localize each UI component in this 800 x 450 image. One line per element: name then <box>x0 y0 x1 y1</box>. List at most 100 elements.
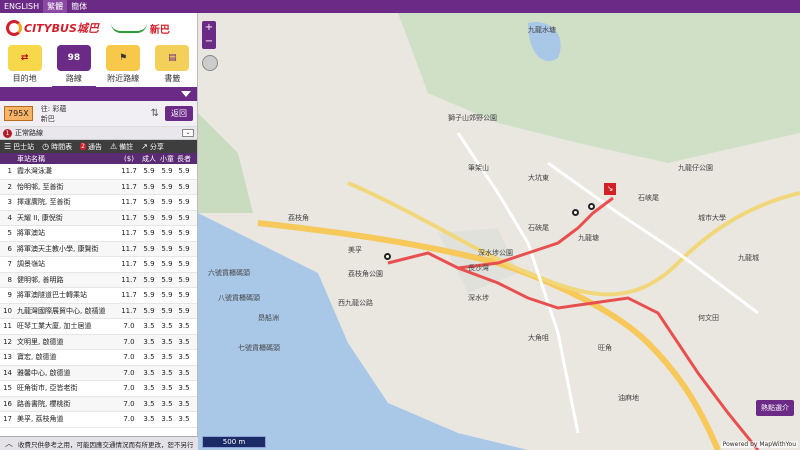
route-panel: CITYBUS城巴 新巴 ⇄ 目的地 98 路線 ⚑ 附近路線 ▤ 書籤 795… <box>0 13 198 450</box>
fare-senior: 3.5 <box>178 415 190 424</box>
table-row[interactable]: 11 旺琴工業大廈, 加士居道 7.0 3.5 3.5 3.5 <box>0 319 197 335</box>
fare-senior: 5.9 <box>178 244 190 253</box>
stop-name: 霞水灣泳灘 <box>17 167 52 176</box>
route-toolbar: ☰ 巴士站 ◷ 時間表 2 通告 ⚠ 備註 ↗ 分享 <box>0 140 197 153</box>
zoom-out-button[interactable]: − <box>202 35 216 49</box>
table-row[interactable]: 17 美孚, 荔枝角道 7.0 3.5 3.5 3.5 <box>0 412 197 428</box>
nwfb-swoosh-icon <box>110 23 147 33</box>
map-place-label: 九龍塘 <box>578 234 599 242</box>
fare-senior: 3.5 <box>178 337 190 346</box>
back-button[interactable]: 返回 <box>165 106 193 121</box>
nwfb-logo[interactable]: 新巴 <box>110 21 170 36</box>
fare-adult: 3.5 <box>143 368 155 377</box>
direction-select[interactable]: 1 正常路線 ⌄ <box>0 127 197 140</box>
route-number: 795X <box>4 106 33 121</box>
stop-name: 健明邨, 善明路 <box>17 275 64 284</box>
chevron-down-icon: ⌄ <box>182 129 194 137</box>
table-row[interactable]: 5 將軍澳站 11.7 5.9 5.9 5.9 <box>0 226 197 242</box>
table-row[interactable]: 2 怡明邨, 至善街 11.7 5.9 5.9 5.9 <box>0 179 197 195</box>
table-row[interactable]: 8 健明邨, 善明路 11.7 5.9 5.9 5.9 <box>0 272 197 288</box>
map-view[interactable]: + − ↘ 九龍水塘 美孚 荔枝角公園 長沙灣 深水埗 旺角 九龍塘 大角咀 獅… <box>198 13 800 450</box>
fare-adult: 5.9 <box>143 260 155 269</box>
route-stop-marker[interactable] <box>588 203 595 210</box>
fare-adult: 5.9 <box>143 213 155 222</box>
lang-simplified[interactable]: 簡体 <box>67 0 91 13</box>
fare-adult: 5.9 <box>143 306 155 315</box>
fare-child: 5.9 <box>161 275 173 284</box>
stop-name: 怡明邨, 至善街 <box>17 182 64 191</box>
nav-destination[interactable]: ⇄ 目的地 <box>3 45 47 86</box>
fare-total: 7.0 <box>123 384 135 393</box>
table-row[interactable]: 16 路善書院, 櫻桃街 7.0 3.5 3.5 3.5 <box>0 396 197 412</box>
map-place-label: 昂船洲 <box>258 314 279 322</box>
table-row[interactable]: 15 旺角街市, 亞皆老街 7.0 3.5 3.5 3.5 <box>0 381 197 397</box>
map-scale: 500 m <box>202 436 266 448</box>
table-row[interactable]: 9 將軍澳隧道巴士轉乘站 11.7 5.9 5.9 5.9 <box>0 288 197 304</box>
fare-senior: 5.9 <box>178 275 190 284</box>
zoom-in-button[interactable]: + <box>202 21 216 35</box>
zoom-control: + − <box>202 21 216 49</box>
fare-senior: 3.5 <box>178 322 190 331</box>
fare-child: 5.9 <box>161 182 173 191</box>
stop-name: 天耀 II, 康倪街 <box>17 213 63 222</box>
share-tool[interactable]: ↗ 分享 <box>137 142 168 152</box>
fare-adult: 5.9 <box>143 244 155 253</box>
compass-icon[interactable] <box>202 55 218 71</box>
swap-direction-icon[interactable]: ⇅ <box>151 108 159 119</box>
table-row[interactable]: 3 擇運廣院, 至善街 11.7 5.9 5.9 5.9 <box>0 195 197 211</box>
stop-number: 12 <box>3 337 12 346</box>
lang-traditional[interactable]: 繁體 <box>43 0 68 13</box>
fare-total: 11.7 <box>121 182 137 191</box>
bookmark-icon: ▤ <box>155 45 190 71</box>
fare-child: 5.9 <box>161 306 173 315</box>
table-row[interactable]: 4 天耀 II, 康倪街 11.7 5.9 5.9 5.9 <box>0 210 197 226</box>
fare-adult: 3.5 <box>143 384 155 393</box>
collapse-strip[interactable] <box>0 87 197 101</box>
table-row[interactable]: 13 寶宏, 啟德道 7.0 3.5 3.5 3.5 <box>0 350 197 366</box>
map-place-label: 荔枝角 <box>288 214 309 222</box>
header-child: 小童 <box>160 154 174 163</box>
remarks-tool[interactable]: ⚠ 備註 <box>106 142 137 152</box>
notice-tool[interactable]: 2 通告 <box>76 142 106 152</box>
stop-name: 旺角街市, 亞皆老街 <box>17 384 78 393</box>
fare-child: 5.9 <box>161 167 173 176</box>
fare-adult: 5.9 <box>143 229 155 238</box>
map-place-label: 深水埗 <box>468 294 489 302</box>
chevron-up-icon[interactable]: ︿ <box>0 438 18 449</box>
map-place-label: 長沙灣 <box>468 264 489 272</box>
bus-stop-icon: ☰ <box>4 142 12 151</box>
fare-senior: 5.9 <box>178 306 190 315</box>
fare-adult: 5.9 <box>143 198 155 207</box>
table-row[interactable]: 7 調景嶺站 11.7 5.9 5.9 5.9 <box>0 257 197 273</box>
notice-count-badge: 2 <box>80 143 86 150</box>
lang-english[interactable]: ENGLISH <box>0 0 43 13</box>
nav-nearby[interactable]: ⚑ 附近路線 <box>101 45 145 86</box>
fare-adult: 3.5 <box>143 337 155 346</box>
fare-child: 3.5 <box>161 337 173 346</box>
table-row[interactable]: 14 雅馨中心, 啟德道 7.0 3.5 3.5 3.5 <box>0 365 197 381</box>
table-row[interactable]: 1 霞水灣泳灘 11.7 5.9 5.9 5.9 <box>0 164 197 180</box>
stop-name: 擇運廣院, 至善街 <box>17 198 71 207</box>
timetable-tool[interactable]: ◷ 時間表 <box>38 142 76 152</box>
fare-senior: 3.5 <box>178 384 190 393</box>
stop-name: 將軍澳隧道巴士轉乘站 <box>17 291 87 300</box>
fare-total: 11.7 <box>121 244 137 253</box>
nav-bookmark[interactable]: ▤ 書籤 <box>150 45 194 86</box>
table-row[interactable]: 10 九龍灣國際展貿中心, 啟禧道 11.7 5.9 5.9 5.9 <box>0 303 197 319</box>
fare-child: 3.5 <box>161 415 173 424</box>
fare-senior: 5.9 <box>178 182 190 191</box>
stops-tool[interactable]: ☰ 巴士站 <box>0 142 38 152</box>
table-row[interactable]: 6 將軍澳天主教小學, 康賢街 11.7 5.9 5.9 5.9 <box>0 241 197 257</box>
legend-toggle-button[interactable]: 熱點選介 <box>756 400 794 416</box>
citybus-logo[interactable]: CITYBUS城巴 <box>6 20 99 36</box>
table-row[interactable]: 12 文明里, 啟德道 7.0 3.5 3.5 3.5 <box>0 334 197 350</box>
fare-child: 5.9 <box>161 229 173 238</box>
citybus-swoosh-icon <box>6 20 22 36</box>
route-stop-marker[interactable] <box>384 253 391 260</box>
fare-adult: 3.5 <box>143 399 155 408</box>
route-stop-marker[interactable] <box>572 209 579 216</box>
stop-number: 3 <box>7 198 12 207</box>
nav-route[interactable]: 98 路線 <box>51 45 96 89</box>
route-end-icon[interactable]: ↘ <box>604 183 616 195</box>
country-park <box>398 13 800 163</box>
